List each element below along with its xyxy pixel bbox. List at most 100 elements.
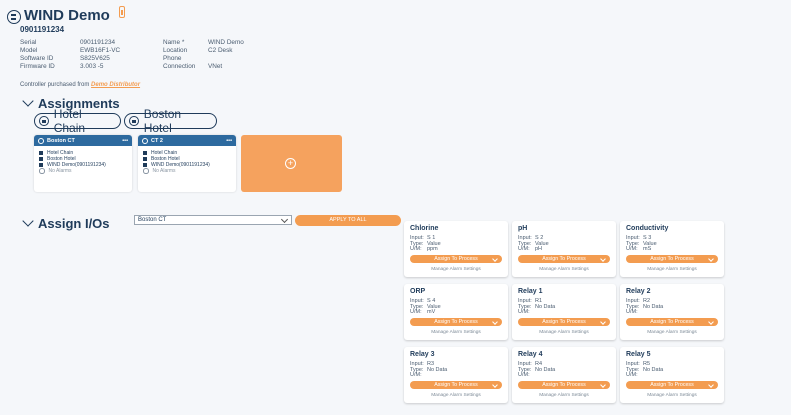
more-options-icon[interactable]: ••• bbox=[122, 138, 128, 144]
assign-to-process-button[interactable]: Assign To Process bbox=[410, 255, 502, 263]
chevron-down-icon bbox=[708, 255, 714, 262]
io-details: Input: S 4 Type: Value U/M: mV bbox=[410, 298, 441, 316]
manage-alarm-link[interactable]: Manage Alarm Settings bbox=[620, 267, 724, 272]
assign-to-process-button[interactable]: Assign To Process bbox=[518, 318, 610, 326]
chevron-down-icon bbox=[22, 215, 34, 227]
chevron-down-icon bbox=[492, 318, 498, 325]
chevron-down-icon bbox=[600, 255, 606, 262]
type-value: No Data bbox=[427, 366, 448, 373]
io-name: Conductivity bbox=[626, 225, 669, 232]
io-card: Relay 4 Input: R4 Type: No Data U/M: Assign To… bbox=[512, 347, 616, 403]
assign-label: Assign To Process bbox=[434, 319, 478, 325]
add-assignment-button[interactable]: + bbox=[241, 135, 342, 192]
um-value: mS bbox=[643, 246, 652, 252]
um-value: ppm bbox=[427, 246, 438, 252]
chevron-down-icon bbox=[708, 381, 714, 388]
type-value: No Data bbox=[535, 303, 556, 310]
io-card: Relay 3 Input: R3 Type: No Data U/M: Assign To… bbox=[404, 347, 508, 403]
building-icon bbox=[143, 157, 147, 161]
assign-to-process-button[interactable]: Assign To Process bbox=[410, 318, 502, 326]
meta-value: WIND Demo bbox=[208, 39, 244, 46]
distributor-link[interactable]: Demo Distributor bbox=[91, 82, 140, 88]
meta-value: 0901191234 bbox=[80, 39, 116, 46]
assignment-card[interactable]: CT 2 ••• Hotel Chain Boston Hotel WIND D… bbox=[138, 135, 236, 192]
manage-alarm-link[interactable]: Manage Alarm Settings bbox=[620, 330, 724, 335]
building-icon bbox=[39, 157, 43, 161]
briefcase-icon bbox=[143, 151, 147, 155]
meta-label: Firmware ID bbox=[20, 63, 55, 70]
manage-alarm-link[interactable]: Manage Alarm Settings bbox=[512, 267, 616, 272]
io-name: Chlorine bbox=[410, 225, 439, 232]
manage-alarm-link[interactable]: Manage Alarm Settings bbox=[512, 393, 616, 398]
purchased-text: Controller purchased from bbox=[20, 82, 90, 88]
process-select[interactable]: Boston CT bbox=[134, 215, 292, 225]
type-value: No Data bbox=[643, 303, 664, 310]
um-label: U/M: bbox=[626, 372, 638, 378]
io-details: Input: R1 Type: No Data U/M: bbox=[518, 298, 556, 316]
chevron-down-icon bbox=[600, 381, 606, 388]
breadcrumb-boston-hotel[interactable]: Boston Hotel bbox=[124, 107, 217, 135]
assignment-card[interactable]: Boston CT ••• Hotel Chain Boston Hotel W… bbox=[34, 135, 132, 192]
assign-to-process-button[interactable]: Assign To Process bbox=[518, 255, 610, 263]
controller-page: WIND Demo 0901191234 Serial 0901191234 M… bbox=[0, 0, 791, 415]
controller-icon bbox=[143, 163, 147, 167]
assign-to-process-button[interactable]: Assign To Process bbox=[518, 381, 610, 389]
manage-alarm-link[interactable]: Manage Alarm Settings bbox=[404, 393, 508, 398]
manage-alarm-link[interactable]: Manage Alarm Settings bbox=[512, 330, 616, 335]
um-value: mV bbox=[427, 309, 436, 315]
select-value: Boston CT bbox=[138, 217, 167, 223]
meta-label: Software ID bbox=[20, 55, 54, 62]
io-details: Input: S 1 Type: Value U/M: ppm bbox=[410, 235, 441, 253]
assign-to-process-button[interactable]: Assign To Process bbox=[626, 381, 718, 389]
meta-label: Location bbox=[163, 47, 188, 54]
assign-ios-title: Assign I/Os bbox=[38, 216, 110, 231]
assign-label: Assign To Process bbox=[542, 256, 586, 262]
menu-icon[interactable] bbox=[7, 10, 21, 24]
meta-value: S825V625 bbox=[80, 55, 110, 62]
type-value: No Data bbox=[535, 366, 556, 373]
plus-icon: + bbox=[285, 158, 296, 169]
io-name: ORP bbox=[410, 288, 426, 295]
um-label: U/M: bbox=[410, 309, 422, 315]
chevron-down-icon bbox=[492, 255, 498, 262]
assign-to-process-button[interactable]: Assign To Process bbox=[410, 381, 502, 389]
page-title: WIND Demo bbox=[24, 7, 110, 24]
assign-to-process-button[interactable]: Assign To Process bbox=[626, 255, 718, 263]
io-details: Input: S 2 Type: Value U/M: pH bbox=[518, 235, 549, 253]
pill-label: Boston Hotel bbox=[143, 107, 182, 135]
meta-label: Model bbox=[20, 47, 38, 54]
io-name: Relay 4 bbox=[518, 351, 543, 358]
controller-icon bbox=[39, 163, 43, 167]
battery-icon bbox=[119, 6, 125, 18]
pill-label: Hotel Chain bbox=[53, 107, 86, 135]
manage-alarm-link[interactable]: Manage Alarm Settings bbox=[620, 393, 724, 398]
apply-to-all-button[interactable]: APPLY TO ALL bbox=[295, 215, 401, 226]
breadcrumb-hotel-chain[interactable]: Hotel Chain bbox=[34, 107, 121, 135]
manage-alarm-link[interactable]: Manage Alarm Settings bbox=[404, 267, 508, 272]
io-card: Relay 5 Input: R5 Type: No Data U/M: Assign To… bbox=[620, 347, 724, 403]
card-alarms: No Alarms bbox=[34, 168, 132, 174]
chevron-down-icon bbox=[708, 318, 714, 325]
assign-label: Assign To Process bbox=[542, 382, 586, 388]
assign-ios-heading[interactable]: Assign I/Os bbox=[22, 215, 110, 231]
um-label: U/M: bbox=[626, 309, 638, 315]
meta-value: 3.003 -5 bbox=[80, 63, 104, 70]
card-title: CT 2 bbox=[151, 137, 163, 144]
building-icon bbox=[129, 116, 139, 126]
type-value: No Data bbox=[643, 366, 664, 373]
card-title: Boston CT bbox=[47, 137, 75, 144]
um-label: U/M: bbox=[518, 372, 530, 378]
meta-label: Serial bbox=[20, 39, 37, 46]
io-card: Relay 1 Input: R1 Type: No Data U/M: Assign To… bbox=[512, 284, 616, 340]
meta-value: VNet bbox=[208, 63, 223, 70]
io-details: Input: R2 Type: No Data U/M: bbox=[626, 298, 664, 316]
assign-label: Assign To Process bbox=[434, 256, 478, 262]
io-name: Relay 1 bbox=[518, 288, 543, 295]
io-name: Relay 3 bbox=[410, 351, 435, 358]
more-options-icon[interactable]: ••• bbox=[226, 138, 232, 144]
io-details: Input: R3 Type: No Data U/M: bbox=[410, 361, 448, 379]
io-name: pH bbox=[518, 225, 528, 232]
assign-to-process-button[interactable]: Assign To Process bbox=[626, 318, 718, 326]
chevron-down-icon bbox=[492, 381, 498, 388]
manage-alarm-link[interactable]: Manage Alarm Settings bbox=[404, 330, 508, 335]
